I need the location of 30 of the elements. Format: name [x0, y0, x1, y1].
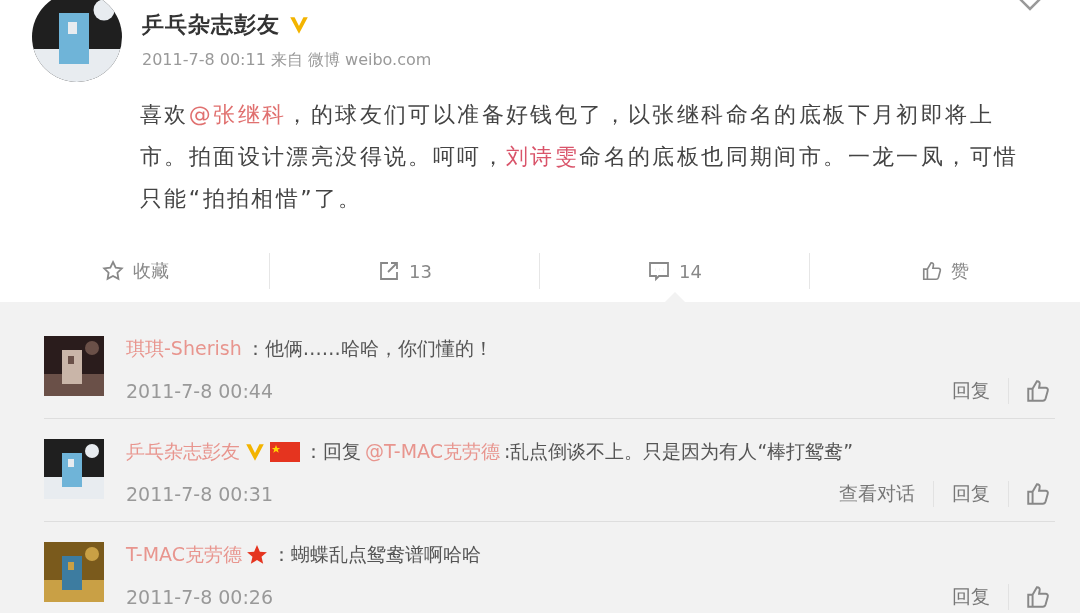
post-text: 喜欢@张继科，的球友们可以准备好钱包了，以张继科命名的底板下月初即将上市。拍面设计漂亮没得说。呵呵，刘诗雯命名的底板也同期间市。一龙一凤，可惜只能“拍拍相惜”了。	[140, 101, 1020, 213]
comment-link[interactable]: 回复	[934, 481, 1009, 507]
comment-time: 2011-7-8 00:26	[126, 586, 275, 608]
action-button[interactable]: 收藏	[0, 253, 269, 289]
author-name[interactable]: 乒乓杂志彭友	[142, 10, 280, 40]
thumbs-up-icon	[921, 260, 943, 282]
comment-link[interactable]: 回复	[934, 378, 1009, 404]
comment-link[interactable]: 查看对话	[821, 481, 934, 507]
comment-time: 2011-7-8 00:31	[126, 483, 275, 505]
comment-text: :乱点倒谈不上。只是因为有人“棒打鸳鸯”	[504, 439, 854, 464]
commenter-name[interactable]: 乒乓杂志彭友	[126, 439, 240, 465]
mention-link[interactable]: 刘诗雯	[506, 144, 580, 169]
action-button[interactable]: 14	[540, 253, 809, 289]
action-button[interactable]: 13	[270, 253, 539, 289]
comment-time: 2011-7-8 00:44	[126, 380, 275, 402]
comment-text: ：他俩……哈哈，你们懂的！	[245, 336, 493, 361]
mention-link[interactable]: @张继科	[188, 102, 287, 127]
post-meta: 2011-7-8 00:11 来自 微博 weibo.com	[142, 50, 432, 71]
thumbs-up-icon[interactable]	[1025, 378, 1051, 404]
comment-text: ：蝴蝶乱点鸳鸯谱啊哈哈	[272, 542, 482, 567]
comment-text: ：回复	[304, 439, 361, 464]
commenter-name[interactable]: 琪琪-Sherish	[126, 336, 242, 362]
commenter-name[interactable]: T-MAC克劳德	[126, 542, 243, 568]
thumbs-up-icon[interactable]	[1025, 481, 1051, 507]
star-icon	[100, 259, 125, 283]
comment-icon	[647, 259, 672, 283]
thumbs-up-icon[interactable]	[1025, 584, 1051, 610]
mention-link[interactable]: @T-MAC克劳德	[365, 439, 501, 465]
comment-link[interactable]: 回复	[934, 584, 1009, 610]
action-button[interactable]: 赞	[810, 253, 1080, 289]
